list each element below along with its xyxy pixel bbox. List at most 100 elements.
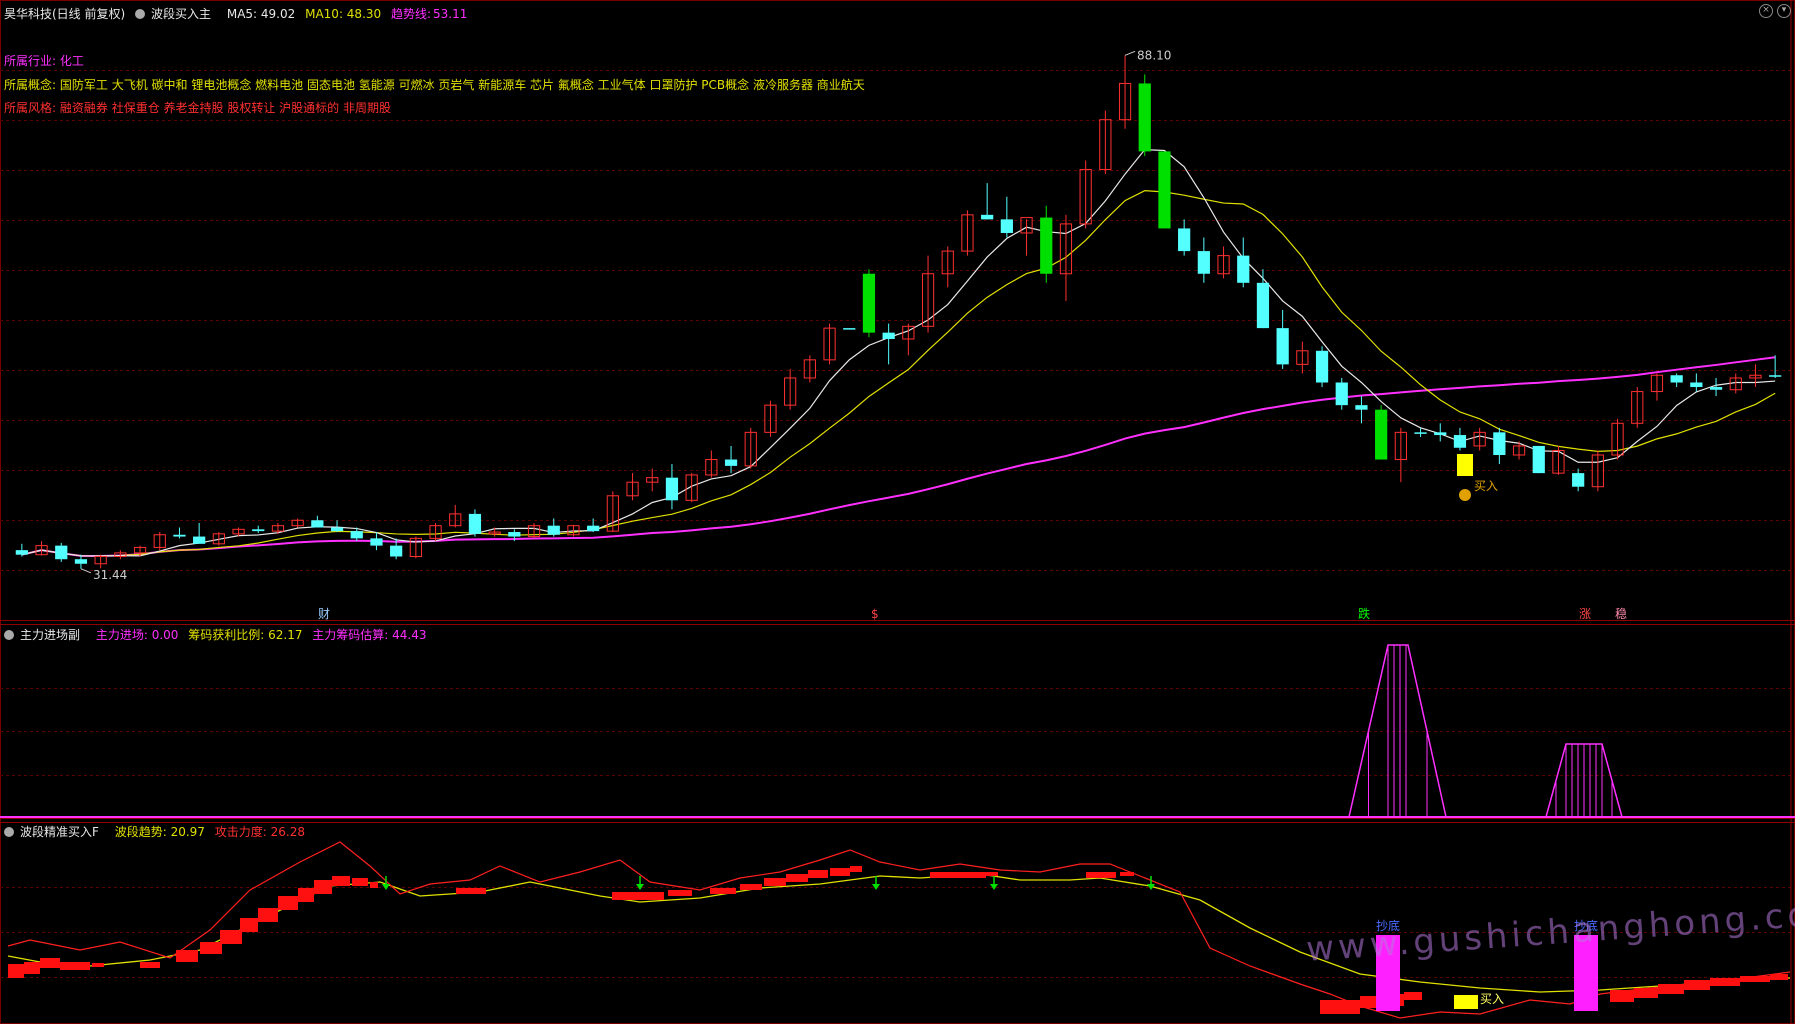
candle-body xyxy=(390,545,403,557)
p3-step-block xyxy=(60,962,90,970)
p3-step-block xyxy=(930,872,986,878)
coin-icon xyxy=(1459,489,1471,501)
industry-value: 化工 xyxy=(59,54,84,68)
concept-line: 所属概念: 国防军工 大飞机 碳中和 锂电池概念 燃料电池 固态电池 氢能源 可… xyxy=(4,76,865,93)
candle-body xyxy=(1434,432,1447,436)
candle-body xyxy=(1256,282,1270,329)
panel2-toggle-icon[interactable] xyxy=(4,629,14,640)
p3-step-block xyxy=(710,888,736,894)
candle-body xyxy=(252,529,265,532)
candle-body xyxy=(1414,432,1427,434)
p3-step-block xyxy=(314,880,332,894)
panel3-b: 攻击力度: 26.28 xyxy=(214,825,305,839)
candle-body xyxy=(724,459,738,466)
panel2-b: 筹码获利比例: 62.17 xyxy=(188,628,303,642)
panel3-toggle-icon[interactable] xyxy=(4,826,14,837)
candle-body xyxy=(981,214,994,220)
p3-step-block xyxy=(140,962,160,968)
industry-line: 所属行业: 化工 xyxy=(4,52,84,69)
ma10-line xyxy=(21,190,1776,557)
p3-step-block xyxy=(92,963,104,967)
candle-body xyxy=(1197,251,1210,274)
buy-label: 买入 xyxy=(1480,992,1504,1006)
p3-step-block xyxy=(298,888,314,902)
stock-title[interactable]: 昊华科技(日线 前复权) xyxy=(4,7,125,21)
candle-body xyxy=(1670,375,1683,383)
p3-step-block xyxy=(850,866,862,872)
candle-body xyxy=(862,273,876,333)
p3-step-block xyxy=(830,868,850,876)
industry-label: 所属行业: xyxy=(4,54,57,68)
p3-step-block xyxy=(1710,978,1740,986)
candle-body xyxy=(508,532,521,537)
p3-step-block xyxy=(1740,976,1770,982)
candle-body xyxy=(1375,409,1388,460)
panel2-a: 主力进场: 0.00 xyxy=(95,628,179,642)
frame xyxy=(0,0,1795,1024)
candle-body xyxy=(1315,350,1329,383)
candle-body xyxy=(193,536,206,544)
indicator-name[interactable]: 波段买入主 xyxy=(135,7,217,21)
p3-step-block xyxy=(200,942,222,954)
risk-line: 所属风格: 融资融券 社保重仓 养老金持股 股权转让 沪股通标的 非周期股 xyxy=(4,99,391,116)
panel3-title[interactable]: 波段精准买入F xyxy=(4,825,105,839)
candle-body xyxy=(74,559,88,564)
p3-step-block xyxy=(808,870,828,878)
candle-body xyxy=(1493,432,1506,455)
p3-step-block xyxy=(1770,974,1788,980)
candle-body xyxy=(1355,405,1368,410)
p3-step-block xyxy=(612,892,642,900)
risk-label: 所属风格: xyxy=(4,101,57,115)
candle-body xyxy=(1276,328,1289,365)
candle-body xyxy=(1572,473,1585,487)
candle-body xyxy=(1335,382,1348,406)
p3-step-block xyxy=(220,930,242,944)
panel2-header: 主力进场副 主力进场: 0.00 筹码获利比例: 62.17 主力筹码估算: 4… xyxy=(4,626,433,643)
candle-body xyxy=(55,545,68,560)
p3-step-block xyxy=(1086,872,1116,878)
candle-body xyxy=(1237,255,1250,283)
p3-step-block xyxy=(1404,992,1422,1000)
candle-body xyxy=(1000,219,1013,233)
candle-body xyxy=(665,477,679,501)
p3-step-block xyxy=(176,950,198,962)
candle-body xyxy=(1709,387,1723,390)
p3-step-block xyxy=(1684,980,1710,990)
candle-body xyxy=(1158,151,1171,229)
candle-body xyxy=(587,525,600,532)
trend-label: 趋势线: xyxy=(390,7,432,21)
candle-body xyxy=(1453,435,1467,448)
risk-value: 融资融券 社保重仓 养老金持股 股权转让 沪股通标的 非周期股 xyxy=(59,101,391,115)
candle-body xyxy=(547,525,560,535)
candle-body xyxy=(350,531,363,539)
marker-cai: 财 xyxy=(318,607,330,621)
candle-body xyxy=(843,328,856,330)
marker-die: 跌 xyxy=(1358,606,1370,621)
p3-step-block xyxy=(1610,990,1634,1002)
marker-dollar: $ xyxy=(871,607,879,621)
p3-step-block xyxy=(240,918,258,932)
close-icon[interactable]: × xyxy=(1759,4,1773,18)
p3-step-block xyxy=(668,890,692,896)
panel2-c: 主力筹码估算: 44.43 xyxy=(312,628,427,642)
down-arrow-icon xyxy=(382,884,390,890)
candle-body xyxy=(15,550,28,555)
p3-step-block xyxy=(1120,872,1134,876)
candle-body xyxy=(370,538,383,546)
panel2-title[interactable]: 主力进场副 xyxy=(4,628,86,642)
candle-body xyxy=(1040,217,1053,274)
indicator-toggle-icon[interactable] xyxy=(135,8,146,19)
candle-body xyxy=(1690,382,1703,388)
p3-step-block xyxy=(640,892,664,900)
p3-step-block xyxy=(8,964,24,978)
p3-step-block xyxy=(352,878,368,886)
candle-body xyxy=(311,520,324,528)
panel3-header: 波段精准买入F 波段趋势: 20.97 攻击力度: 26.28 xyxy=(4,823,311,840)
candle-body xyxy=(173,534,186,537)
ma5-value: MA5: 49.02 xyxy=(226,7,296,21)
p3-step-block xyxy=(258,908,278,922)
candle-body xyxy=(882,332,895,339)
p3-step-block xyxy=(1658,984,1684,994)
buy-main-label: 买入 xyxy=(1474,479,1498,493)
settings-icon[interactable]: ▾ xyxy=(1777,4,1791,18)
